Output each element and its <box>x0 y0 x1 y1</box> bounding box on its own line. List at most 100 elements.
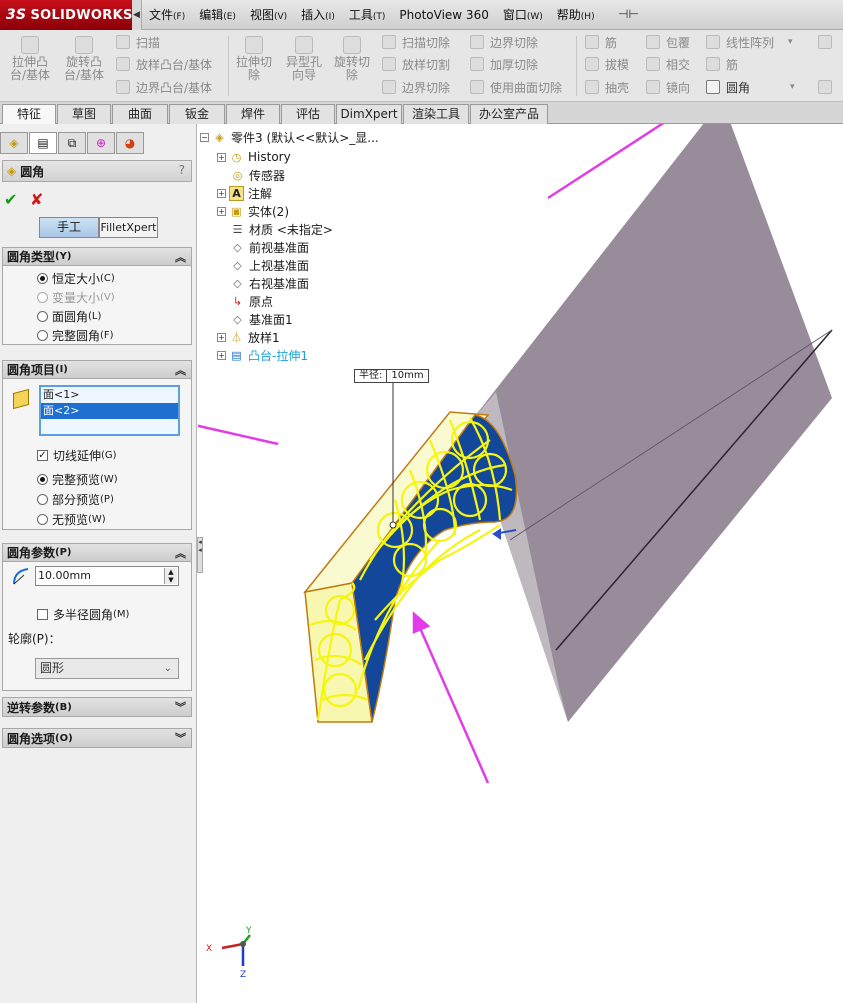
expand-icon[interactable]: + <box>217 332 226 342</box>
tab-dimxpert[interactable]: DimXpert <box>336 104 402 124</box>
chevron-down-icon[interactable]: ▾ <box>790 82 795 92</box>
pin-icon[interactable]: ⊣⊢ <box>618 7 639 21</box>
fillet-type-header[interactable]: 圆角类型 (Y) ︽ <box>3 248 191 266</box>
intersect-button[interactable]: 相交 <box>646 55 690 73</box>
items-to-fillet-header[interactable]: 圆角项目 (I) ︽ <box>3 361 191 379</box>
panel-splitter-handle[interactable]: ◂ ◂ <box>197 537 203 573</box>
multi-radius-checkbox[interactable]: 多半径圆角 (M) <box>37 606 129 622</box>
configuration-manager-tab-icon[interactable]: ⧉ <box>58 132 86 154</box>
radio-variable-size[interactable]: 变量大小 (V) <box>37 289 115 305</box>
boundary-cut2-button[interactable]: 边界切除 <box>470 33 538 51</box>
radius-dimension-callout[interactable]: 半径: 10mm <box>354 369 429 383</box>
collapse-icon[interactable]: − <box>200 132 209 142</box>
hole-wizard-button[interactable]: 异型孔 向导 <box>286 36 322 82</box>
tab-weldments[interactable]: 焊件 <box>226 104 280 124</box>
revolve-boss-button[interactable]: 旋转凸 台/基体 <box>64 36 104 82</box>
radio-full-round-fillet[interactable]: 完整圆角 (F) <box>37 327 114 343</box>
dimension-value[interactable]: 10mm <box>386 370 424 382</box>
tree-item-history[interactable]: + ◷ History <box>217 148 291 166</box>
sweep-button[interactable]: 扫描 <box>116 33 160 51</box>
radio-full-preview[interactable]: 完整预览 (W) <box>37 471 118 487</box>
tree-item-boss-extrude1[interactable]: + ▤ 凸台-拉伸1 <box>217 346 308 364</box>
dimension-anchor[interactable] <box>389 521 397 529</box>
tangent-propagation-checkbox[interactable]: ✓ 切线延伸 (G) <box>37 447 117 463</box>
tree-item-material[interactable]: ☰ 材质 <未指定> <box>230 220 333 238</box>
tree-item-right-plane[interactable]: ◇ 右视基准面 <box>230 274 309 292</box>
thicken-cut-button[interactable]: 加厚切除 <box>470 55 538 73</box>
extrude-boss-button[interactable]: 拉伸凸 台/基体 <box>10 36 50 82</box>
shell-button[interactable]: 抽壳 <box>585 78 629 96</box>
manual-tab-button[interactable]: 手工 <box>39 217 99 238</box>
fillet-parameters-header[interactable]: 圆角参数 (P) ︽ <box>3 544 191 562</box>
menu-edit[interactable]: 编辑(E) <box>192 0 243 30</box>
extrude-cut-button[interactable]: 拉伸切 除 <box>236 36 272 82</box>
menu-help[interactable]: 帮助(H) <box>550 0 602 30</box>
chevron-down-icon[interactable]: ▾ <box>788 37 793 47</box>
tree-item-loft1[interactable]: + ⏃ 放样1 <box>217 328 280 346</box>
tree-root-part[interactable]: − ◈ 零件3 (默认<<默认>_显... <box>200 128 379 146</box>
more-tool-button[interactable] <box>818 33 838 51</box>
wrap-button[interactable]: 包覆 <box>646 33 690 51</box>
boundary-cut-button[interactable]: 边界切除 <box>382 78 450 96</box>
rib-button[interactable]: 筋 <box>585 33 617 51</box>
surface-cut-button[interactable]: 使用曲面切除 <box>470 78 562 96</box>
fillet-options-header[interactable]: 圆角选项 (O) ︾ <box>3 729 191 747</box>
menu-tools[interactable]: 工具(T) <box>342 0 393 30</box>
solidworks-logo[interactable]: 3S SOLIDWORKS <box>0 0 132 30</box>
expand-chevron-icon[interactable]: ︾ <box>175 699 186 715</box>
tree-item-front-plane[interactable]: ◇ 前视基准面 <box>230 238 309 256</box>
expand-icon[interactable]: + <box>217 206 226 216</box>
radio-face-fillet[interactable]: 面圆角 (L) <box>37 308 101 324</box>
draft-button[interactable]: 拔模 <box>585 55 629 73</box>
tree-item-sensors[interactable]: ◎ 传感器 <box>230 166 285 184</box>
radio-constant-size[interactable]: 恒定大小 (C) <box>37 270 115 286</box>
linear-pattern-button[interactable]: 线性阵列 ▾ <box>706 33 793 51</box>
rib2-button[interactable]: 筋 <box>706 55 738 73</box>
tab-sketch[interactable]: 草图 <box>57 104 111 124</box>
menu-file[interactable]: 文件(F) <box>142 0 192 30</box>
chevron-down-icon[interactable]: ⌄ <box>164 659 172 678</box>
collapse-chevron-icon[interactable]: ︽ <box>175 249 186 265</box>
feature-manager-tab-icon[interactable]: ◈ <box>0 132 28 154</box>
loft-boss-button[interactable]: 放样凸台/基体 <box>116 55 212 73</box>
lofted-cut-button[interactable]: 放样切割 <box>382 55 450 73</box>
expand-icon[interactable]: + <box>217 188 226 198</box>
tree-item-top-plane[interactable]: ◇ 上视基准面 <box>230 256 309 274</box>
radio-partial-preview[interactable]: 部分预览 (P) <box>37 491 114 507</box>
tree-item-solid-bodies[interactable]: + ▣ 实体(2) <box>217 202 289 220</box>
radius-input[interactable]: 10.00mm ▲ ▼ <box>35 566 179 586</box>
property-manager-tab-icon[interactable]: ▤ <box>29 132 57 154</box>
collapse-chevron-icon[interactable]: ︽ <box>175 362 186 378</box>
spinner-icon[interactable]: ▲ ▼ <box>164 568 177 584</box>
tab-evaluate[interactable]: 评估 <box>281 104 335 124</box>
more-tool-button[interactable] <box>818 78 838 96</box>
dimxpert-manager-tab-icon[interactable]: ⊕ <box>87 132 115 154</box>
tree-item-annotations[interactable]: + A 注解 <box>217 184 272 202</box>
menu-expand-arrow-icon[interactable]: ◀ <box>132 0 142 30</box>
setback-parameters-header[interactable]: 逆转参数 (B) ︾ <box>3 698 191 716</box>
selected-faces-list[interactable]: 面<1> 面<2> <box>39 385 180 436</box>
revolve-cut-button[interactable]: 旋转切 除 <box>334 36 370 82</box>
tab-surfaces[interactable]: 曲面 <box>112 104 168 124</box>
mirror-button[interactable]: 镜向 <box>646 78 690 96</box>
tree-item-plane1[interactable]: ◇ 基准面1 <box>230 310 292 328</box>
tab-render-tools[interactable]: 渲染工具 <box>403 104 469 124</box>
boundary-boss-button[interactable]: 边界凸台/基体 <box>116 78 212 96</box>
menu-view[interactable]: 视图(V) <box>243 0 294 30</box>
ok-button[interactable]: ✔ <box>4 190 17 209</box>
tab-sheet-metal[interactable]: 钣金 <box>169 104 225 124</box>
swept-cut-button[interactable]: 扫描切除 <box>382 33 450 51</box>
tab-features[interactable]: 特征 <box>2 104 56 124</box>
display-manager-tab-icon[interactable]: ◕ <box>116 132 144 154</box>
profile-select[interactable]: 圆形 ⌄ <box>35 658 179 679</box>
help-icon[interactable]: ? <box>179 163 185 177</box>
filletxpert-tab-button[interactable]: FilletXpert <box>99 217 158 238</box>
menu-insert[interactable]: 插入(I) <box>294 0 342 30</box>
list-item[interactable]: 面<2> <box>41 403 178 419</box>
tab-office-products[interactable]: 办公室产品 <box>470 104 548 124</box>
list-item[interactable]: 面<1> <box>41 387 178 403</box>
cancel-button[interactable]: ✘ <box>30 190 43 209</box>
fillet-button[interactable]: 圆角 ▾ <box>706 78 795 96</box>
collapse-chevron-icon[interactable]: ︽ <box>175 545 186 561</box>
menu-window[interactable]: 窗口(W) <box>496 0 550 30</box>
